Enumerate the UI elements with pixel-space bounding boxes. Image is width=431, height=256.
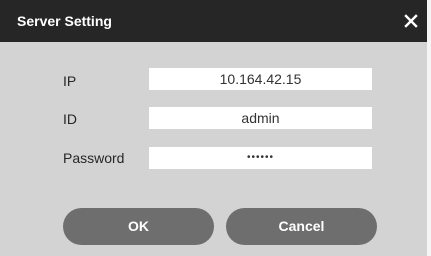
cancel-button[interactable]: Cancel (226, 208, 377, 245)
server-setting-dialog: Server Setting IP 10.164.42.15 ID admin … (0, 0, 427, 256)
close-icon[interactable] (400, 10, 422, 32)
dialog-titlebar: Server Setting (0, 0, 427, 42)
dialog-title: Server Setting (17, 13, 112, 29)
ip-label: IP (63, 73, 77, 89)
password-label: Password (63, 150, 125, 166)
password-field[interactable]: •••••• (149, 147, 372, 169)
ip-field[interactable]: 10.164.42.15 (149, 68, 372, 90)
ok-button[interactable]: OK (63, 208, 214, 245)
id-label: ID (63, 111, 77, 127)
id-field[interactable]: admin (149, 107, 372, 129)
